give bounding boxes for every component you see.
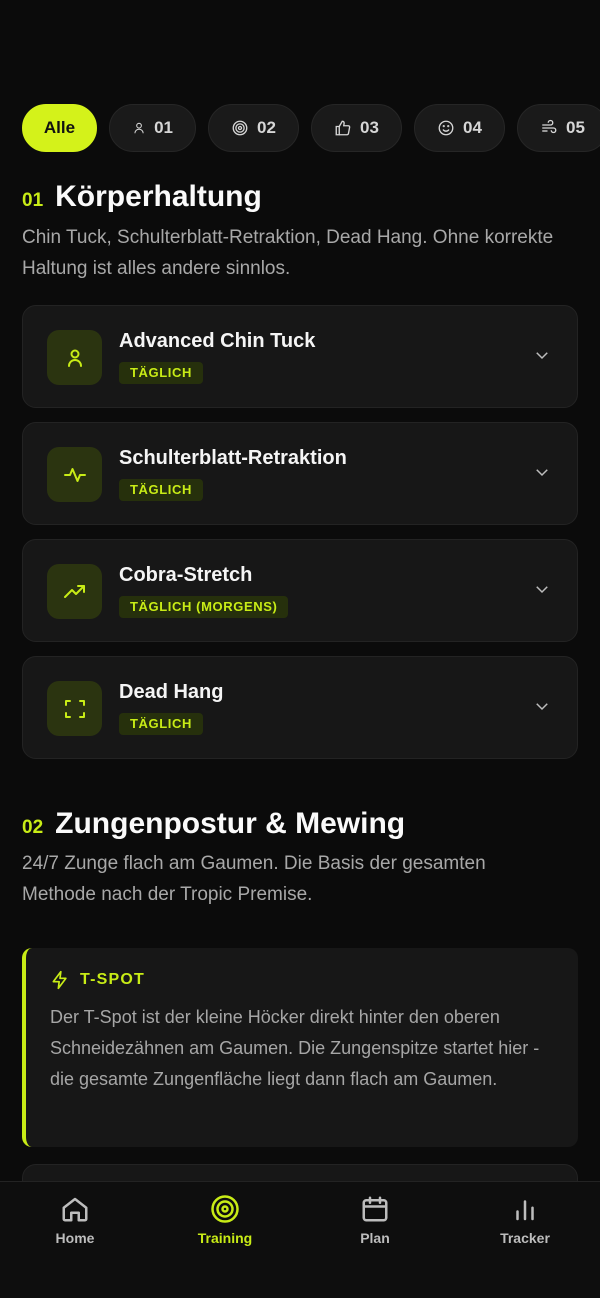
nav-label: Training <box>197 1230 253 1246</box>
exercise-name: Schulterblatt-Retraktion <box>119 447 347 469</box>
exercise-card-schulterblatt-retraktion[interactable]: Schulterblatt-Retraktion TÄGLICH <box>22 422 578 525</box>
section-title: Körperhaltung <box>55 180 262 213</box>
nav-home[interactable]: Home <box>0 1182 150 1298</box>
exercise-card-dead-hang[interactable]: Dead Hang TÄGLICH <box>22 656 578 759</box>
nav-plan[interactable]: Plan <box>300 1182 450 1298</box>
exercise-name: Dead Hang <box>119 681 224 703</box>
exercise-name: Advanced Chin Tuck <box>119 330 316 352</box>
trending-up-icon <box>63 584 85 598</box>
frequency-badge: TÄGLICH (MORGENS) <box>119 596 289 618</box>
chevron-down-icon[interactable] <box>533 697 551 715</box>
filter-chip-03[interactable]: 03 <box>311 104 402 152</box>
filter-chip-all[interactable]: Alle <box>22 104 97 152</box>
section-number: 02 <box>22 817 44 838</box>
filter-chip-02[interactable]: 02 <box>208 104 299 152</box>
exercise-icon-box <box>47 447 102 502</box>
filter-chip-label: 01 <box>154 118 173 137</box>
tip-text: Der T-Spot ist der kleine Höcker direkt … <box>50 1007 540 1089</box>
chevron-down-icon[interactable] <box>533 463 551 481</box>
frequency-badge: TÄGLICH <box>119 479 203 501</box>
chevron-down-icon[interactable] <box>533 580 551 598</box>
chevron-down-icon[interactable] <box>533 346 551 364</box>
filter-chip-label: Alle <box>43 118 76 137</box>
smile-icon <box>438 120 454 136</box>
frequency-badge: TÄGLICH <box>119 713 203 735</box>
exercise-icon-box <box>47 564 102 619</box>
filter-chip-04[interactable]: 04 <box>414 104 505 152</box>
section-header-01: 01 Körperhaltung <box>22 180 262 214</box>
filter-chip-label: 05 <box>566 118 585 137</box>
person-icon <box>134 122 144 134</box>
bar-chart-icon <box>516 1200 534 1221</box>
exercise-icon-box <box>47 681 102 736</box>
nav-label: Home <box>55 1230 95 1246</box>
filter-chip-label: 02 <box>257 118 276 137</box>
filter-chip-05[interactable]: 05 <box>517 104 600 152</box>
lightning-icon <box>52 970 67 990</box>
scan-icon <box>64 699 85 718</box>
exercise-card-cobra-stretch[interactable]: Cobra-Stretch TÄGLICH (MORGENS) <box>22 539 578 642</box>
exercise-card-advanced-chin-tuck[interactable]: Advanced Chin Tuck TÄGLICH <box>22 305 578 408</box>
nav-training[interactable]: Training <box>150 1182 300 1298</box>
person-icon <box>67 349 82 367</box>
bottom-navigation: Home Training Plan Tracker <box>0 1181 600 1298</box>
section-title: Zungenpostur & Mewing <box>55 807 406 840</box>
calendar-icon <box>362 1196 388 1222</box>
frequency-badge: TÄGLICH <box>119 362 203 384</box>
wind-icon <box>542 119 557 134</box>
filter-chip-label: 04 <box>463 118 482 137</box>
section-header-02: 02 Zungenpostur & Mewing <box>22 807 405 841</box>
tip-header: T-SPOT <box>50 970 145 990</box>
target-icon <box>211 1195 239 1223</box>
tip-callout-t-spot: T-SPOT Der T-Spot ist der kleine Höcker … <box>22 948 578 1147</box>
tip-title: T-SPOT <box>80 971 145 988</box>
target-icon <box>232 120 248 136</box>
exercise-icon-box <box>47 330 102 385</box>
section-number: 01 <box>22 190 44 211</box>
home-icon <box>62 1197 88 1222</box>
category-filter-row: Alle 01 02 03 04 05 <box>22 104 600 152</box>
nav-tracker[interactable]: Tracker <box>450 1182 600 1298</box>
filter-chip-label: 03 <box>360 118 379 137</box>
nav-label: Plan <box>360 1230 390 1246</box>
exercise-name: Cobra-Stretch <box>119 564 253 586</box>
thumbs-up-icon <box>335 120 351 136</box>
filter-chip-01[interactable]: 01 <box>109 104 196 152</box>
section-description: Chin Tuck, Schulterblatt-Retraktion, Dea… <box>22 227 554 279</box>
pulse-icon <box>63 467 86 482</box>
section-description: 24/7 Zunge flach am Gaumen. Die Basis de… <box>22 853 486 905</box>
nav-label: Tracker <box>500 1230 550 1246</box>
